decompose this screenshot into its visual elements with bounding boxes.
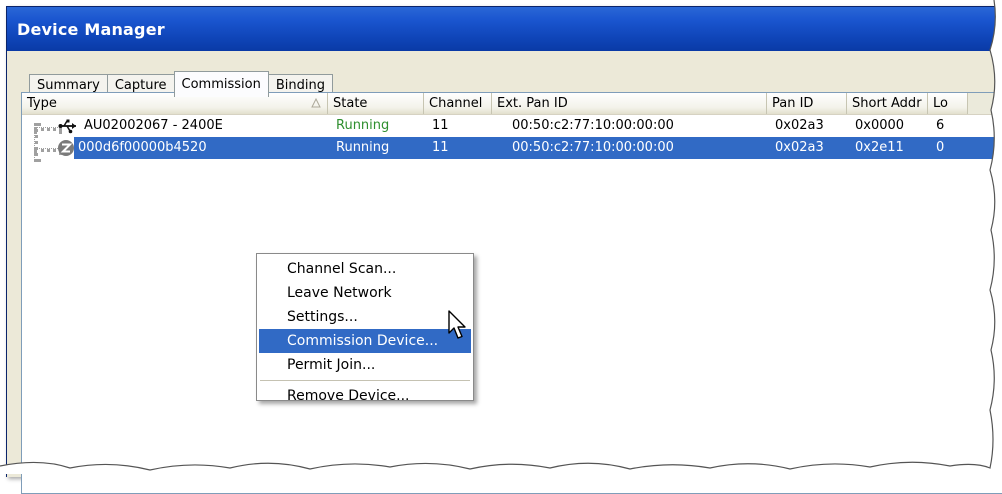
column-header-channel[interactable]: Channel [424, 93, 492, 114]
menu-item-commission-device[interactable]: Commission Device... [259, 329, 471, 353]
cell-lo: 6 [936, 118, 945, 133]
menu-item-settings[interactable]: Settings... [259, 305, 471, 329]
mouse-pointer-icon [448, 310, 466, 339]
cell-ext-pan-id: 00:50:c2:77:10:00:00:00 [512, 118, 674, 133]
column-header-type-label: Type [27, 96, 57, 111]
cell-type: AU02002067 - 2400E [84, 118, 223, 133]
cell-lo: 0 [936, 140, 945, 155]
cell-channel: 11 [432, 118, 449, 133]
column-header-short-addr[interactable]: Short Addr [847, 93, 928, 114]
cell-ext-pan-id: 00:50:c2:77:10:00:00:00 [512, 140, 674, 155]
cell-short-addr: 0x2e11 [855, 140, 904, 155]
cell-state: Running [336, 118, 390, 133]
cell-type: 000d6f00000b4520 [78, 140, 207, 155]
sort-ascending-icon [311, 98, 321, 108]
cell-short-addr: 0x0000 [855, 118, 905, 133]
device-list[interactable]: Type State Channel Ext. Pan ID Pan ID Sh… [21, 92, 1002, 494]
column-header-lo[interactable]: Lo [928, 93, 968, 114]
title-bar[interactable]: Device Manager [7, 7, 1002, 51]
menu-item-permit-join[interactable]: Permit Join... [259, 353, 471, 377]
window-title: Device Manager [17, 20, 165, 39]
cell-channel: 11 [432, 140, 449, 155]
column-header-ext-pan-id[interactable]: Ext. Pan ID [492, 93, 767, 114]
column-header-pan-id[interactable]: Pan ID [767, 93, 847, 114]
table-row[interactable]: AU02002067 - 2400E Running 11 00:50:c2:7… [22, 115, 1002, 137]
column-header-state[interactable]: State [328, 93, 424, 114]
zigbee-icon [56, 139, 76, 157]
menu-separator [260, 380, 470, 381]
menu-item-remove-device[interactable]: Remove Device... [259, 384, 471, 408]
menu-item-channel-scan[interactable]: Channel Scan... [259, 257, 471, 281]
column-header-row: Type State Channel Ext. Pan ID Pan ID Sh… [22, 93, 1002, 115]
table-row-selected[interactable]: 000d6f00000b4520 Running 11 00:50:c2:77:… [22, 137, 1002, 159]
menu-item-leave-network[interactable]: Leave Network [259, 281, 471, 305]
cell-pan-id: 0x02a3 [775, 140, 824, 155]
context-menu: Channel Scan... Leave Network Settings..… [256, 253, 474, 404]
tab-commission[interactable]: Commission [173, 71, 269, 97]
usb-icon [58, 117, 78, 135]
cell-state: Running [336, 140, 390, 155]
cell-pan-id: 0x02a3 [775, 118, 824, 133]
